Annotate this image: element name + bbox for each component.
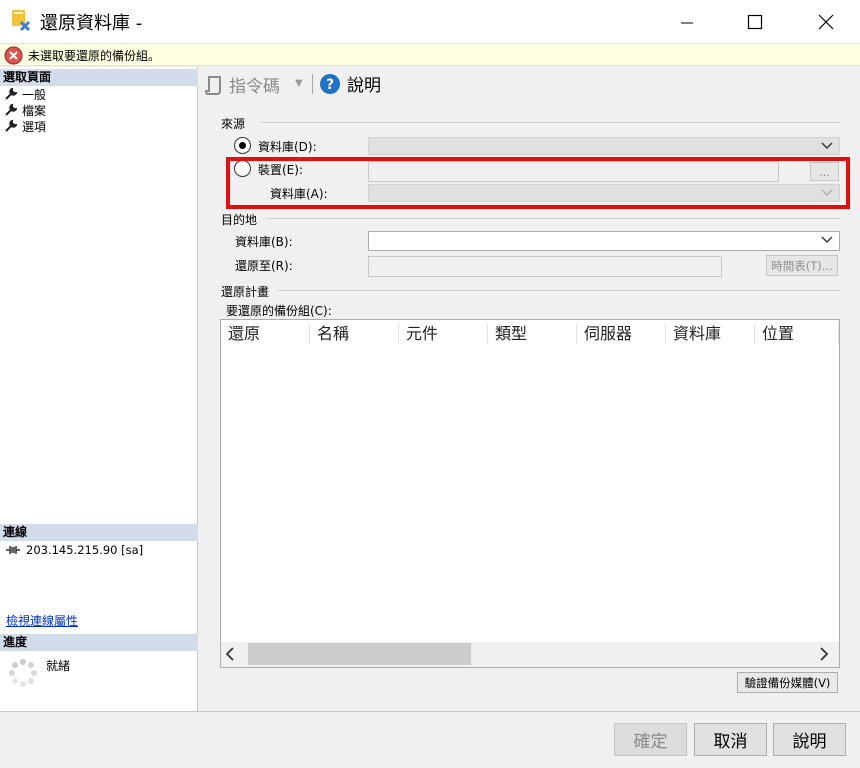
progress-header: 進度 [0, 634, 198, 651]
script-button[interactable]: 指令碼 [205, 72, 280, 97]
wrench-icon [5, 88, 17, 100]
script-icon [205, 75, 221, 95]
error-icon [4, 46, 23, 65]
select-page-header: 選取頁面 [0, 69, 198, 86]
wrench-icon [5, 104, 17, 116]
view-connection-properties-link[interactable]: 檢視連線屬性 [6, 612, 78, 629]
backup-sets-grid[interactable]: 還原 名稱 元件 類型 伺服器 資料庫 位置 [220, 319, 840, 668]
ok-button[interactable]: 確定 [614, 723, 687, 756]
connection-text: 203.145.215.90 [sa] [26, 543, 144, 557]
destination-database-combo[interactable] [368, 231, 840, 251]
restore-plan-group-title: 還原計畫 [221, 283, 274, 300]
help-icon: ? [320, 73, 340, 94]
restore-to-input[interactable] [368, 256, 722, 277]
column-header-server[interactable]: 伺服器 [577, 320, 666, 348]
page-item-general[interactable]: 一般 [5, 86, 46, 102]
close-icon[interactable] [803, 0, 849, 43]
restore-plan-group-line [277, 290, 840, 291]
source-group-line [260, 122, 840, 123]
scrollbar-thumb[interactable] [248, 643, 471, 665]
column-header-component[interactable]: 元件 [399, 320, 488, 348]
toolbar: 指令碼 ▼ ? 說明 [199, 67, 860, 100]
script-dropdown-icon[interactable]: ▼ [295, 78, 303, 89]
restore-to-label: 還原至(R): [235, 259, 293, 273]
scroll-left-icon[interactable] [225, 647, 235, 664]
source-group-title: 來源 [221, 115, 250, 132]
highlight-box [226, 157, 850, 209]
source-database-label: 資料庫(D): [258, 140, 317, 154]
page-item-files[interactable]: 檔案 [5, 102, 46, 118]
source-database-combo[interactable] [368, 137, 840, 155]
column-header-location[interactable]: 位置 [755, 320, 839, 348]
destination-group-title: 目的地 [221, 211, 262, 228]
horizontal-scrollbar[interactable] [221, 642, 839, 667]
radio-selected-dot [239, 142, 246, 149]
destination-group-line [266, 218, 840, 219]
backup-sets-label: 要還原的備份組(C): [226, 304, 332, 318]
help-label: 說明 [347, 76, 381, 96]
column-header-type[interactable]: 類型 [488, 320, 577, 348]
help-dialog-button[interactable]: 說明 [773, 723, 846, 756]
error-message: 未選取要還原的備份組。 [28, 49, 161, 63]
scroll-right-icon[interactable] [819, 647, 829, 664]
page-item-options[interactable]: 選項 [5, 118, 46, 134]
column-header-restore[interactable]: 還原 [221, 320, 310, 348]
title-bar: 還原資料庫 - [0, 0, 860, 43]
progress-status: 就緒 [46, 659, 71, 673]
page-item-label: 選項 [22, 119, 47, 134]
help-button[interactable]: ? 說明 [319, 71, 381, 96]
timeline-button[interactable]: 時間表(T)... [766, 255, 838, 276]
chevron-down-icon [821, 236, 833, 243]
column-header-name[interactable]: 名稱 [310, 320, 399, 348]
bottom-separator [0, 711, 860, 712]
column-header-database[interactable]: 資料庫 [666, 320, 755, 348]
destination-database-label: 資料庫(B): [235, 235, 293, 249]
connection-row: 203.145.215.90 [sa] [5, 543, 143, 557]
cancel-button[interactable]: 取消 [694, 723, 767, 756]
page-item-label: 一般 [22, 87, 47, 102]
left-pane: 選取頁面 一般 檔案 選項 連線 203.145.215.90 [sa] 檢視連… [0, 67, 198, 712]
spinner-icon [8, 658, 38, 688]
script-label: 指令碼 [229, 77, 280, 97]
toolbar-divider [312, 74, 313, 94]
connection-header: 連線 [0, 524, 198, 541]
grid-header: 還原 名稱 元件 類型 伺服器 資料庫 位置 [221, 320, 839, 348]
svg-text:?: ? [326, 77, 334, 93]
window-title: 還原資料庫 - [40, 13, 143, 34]
maximize-icon[interactable] [732, 0, 778, 43]
minimize-icon[interactable] [664, 0, 710, 43]
connection-icon [6, 546, 20, 554]
chevron-down-icon [821, 142, 833, 149]
page-item-label: 檔案 [22, 103, 47, 118]
error-message-bar: 未選取要還原的備份組。 [0, 43, 860, 66]
wrench-icon [5, 120, 17, 132]
restore-database-icon [9, 8, 33, 32]
verify-backup-media-button[interactable]: 驗證備份媒體(V) [737, 672, 838, 693]
source-database-radio[interactable] [234, 137, 251, 154]
